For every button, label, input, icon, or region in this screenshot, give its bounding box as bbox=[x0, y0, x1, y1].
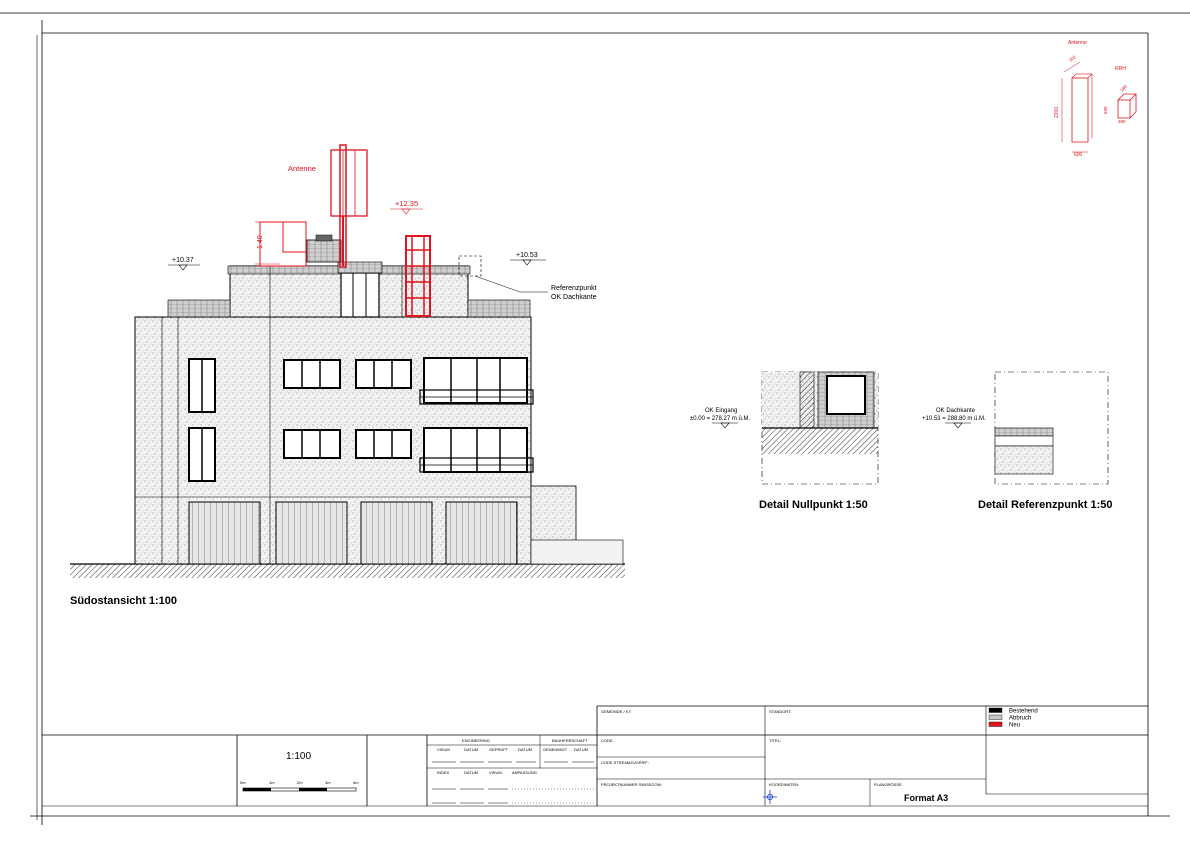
level-right-label: +10.53 bbox=[516, 252, 538, 259]
main-view-title: Südostansicht 1:100 bbox=[70, 595, 177, 607]
detail-2-title: Detail Referenzpunkt 1:50 bbox=[978, 499, 1112, 511]
detail-nullpunkt: OK Eingang ±0.00 = 278.27 m ü.M. Detail … bbox=[690, 371, 879, 511]
south-east-elevation: 1.40 Antenne +12.35 +10.37 +10.53 Refere… bbox=[70, 144, 625, 607]
key-rrh-w: 390 bbox=[1118, 119, 1126, 124]
level-top-label: +12.35 bbox=[395, 199, 418, 208]
ok-entrance-1: OK Eingang bbox=[705, 408, 737, 414]
legend-swatch-new bbox=[988, 721, 1003, 727]
tb-standort: STANDORT: bbox=[769, 709, 791, 714]
tb-datum3: DATUM bbox=[574, 747, 588, 752]
tb-koordinaten: KOORDINATEN: bbox=[769, 782, 799, 787]
attic-door bbox=[340, 272, 380, 318]
scale-bar: 0m 1m 2m 3m 4m bbox=[240, 780, 359, 792]
ground-hatch bbox=[70, 564, 625, 578]
key-rrh-shape bbox=[1117, 99, 1131, 119]
tb-geprueft: GEPRÜFT bbox=[489, 747, 509, 752]
legend-existing: Bestehend bbox=[1009, 709, 1038, 715]
legend-new: Neu bbox=[1009, 723, 1020, 729]
tb-projektnummer: PROJEKTNUMMER SWISSCOM: bbox=[601, 782, 662, 787]
key-rrh-h: 690 bbox=[1103, 106, 1108, 114]
antenna-label: Antenne bbox=[288, 164, 316, 173]
detail-referenzpunkt: OK Dachkante +10.53 = 288.80 m ü.M. Deta… bbox=[922, 371, 1112, 511]
tb-visum: VISUM bbox=[437, 747, 450, 752]
tb-datum: DATUM bbox=[464, 747, 478, 752]
ok-roof-2: +10.53 = 288.80 m ü.M. bbox=[922, 416, 986, 422]
key-antenna-label: Antenne bbox=[1068, 40, 1087, 46]
tb-anpassung: ANPASSUNG bbox=[512, 770, 537, 775]
tb-visum2: VISUM bbox=[489, 770, 502, 775]
legend-demolish: Abbruch bbox=[1009, 716, 1031, 722]
side-wall bbox=[530, 539, 624, 565]
tb-code: CODE: bbox=[601, 738, 614, 743]
scale-tick-3: 3m bbox=[325, 780, 331, 785]
scale-tick-0: 0m bbox=[240, 780, 246, 785]
ok-roof-1: OK Dachkante bbox=[936, 408, 976, 414]
tb-genehmigt: GENEHMIGT bbox=[543, 747, 568, 752]
tb-format: Format A3 bbox=[904, 793, 948, 803]
parapet-right bbox=[467, 299, 531, 318]
key-dim-depth: 200 bbox=[1068, 54, 1077, 63]
key-rrh-label: RRH bbox=[1115, 66, 1126, 72]
ref-label-1: Referenzpunkt bbox=[551, 285, 597, 292]
tb-bauherrschaft: BAUHERRSCHAFT bbox=[552, 738, 588, 743]
scale-tick-4: 4m bbox=[353, 780, 359, 785]
dim-140: 1.40 bbox=[257, 235, 264, 249]
roof-chimney bbox=[306, 239, 342, 263]
tb-titel: TITEL: bbox=[769, 738, 781, 743]
tb-gemeinde: GEMEINDE / KT: bbox=[601, 709, 631, 714]
tb-datum4: DATUM bbox=[464, 770, 478, 775]
tb-plangroesse: PLANGRÖSSE: bbox=[874, 782, 903, 787]
equipment-key: Antenne RRH 2200 600 200 690 390 180 bbox=[1054, 40, 1137, 158]
key-rrh-d: 180 bbox=[1119, 84, 1128, 93]
legend: Bestehend Abbruch Neu bbox=[988, 707, 1038, 729]
scale-text: 1:100 bbox=[286, 751, 311, 762]
level-left-label: +10.37 bbox=[172, 257, 194, 264]
scale-tick-1: 1m bbox=[269, 780, 275, 785]
title-block: 1:100 0m 1m 2m 3m 4m ENGINEERING BAUHERR… bbox=[42, 705, 1148, 806]
ref-label-2: OK Dachkante bbox=[551, 294, 597, 301]
legend-swatch-demolish bbox=[988, 714, 1003, 720]
tb-code-streamzugriff: CODE STREAMZUGRIFF: bbox=[601, 760, 649, 765]
scale-tick-2: 2m bbox=[297, 780, 303, 785]
detail-1-title: Detail Nullpunkt 1:50 bbox=[759, 499, 868, 511]
key-dim-width: 600 bbox=[1074, 152, 1083, 158]
drawing-sheet: Antenne RRH 2200 600 200 690 390 180 1.4… bbox=[0, 12, 1190, 825]
key-dim-height: 2200 bbox=[1054, 107, 1060, 118]
parapet-left bbox=[167, 299, 231, 318]
tb-datum2: DATUM bbox=[518, 747, 532, 752]
antenna-panel bbox=[330, 149, 368, 217]
tb-engineering: ENGINEERING bbox=[462, 738, 490, 743]
ok-entrance-2: ±0.00 = 278.27 m ü.M. bbox=[690, 416, 750, 422]
key-antenna-shape bbox=[1071, 77, 1089, 143]
tb-index: INDEX bbox=[437, 770, 450, 775]
legend-swatch-existing bbox=[988, 707, 1003, 713]
